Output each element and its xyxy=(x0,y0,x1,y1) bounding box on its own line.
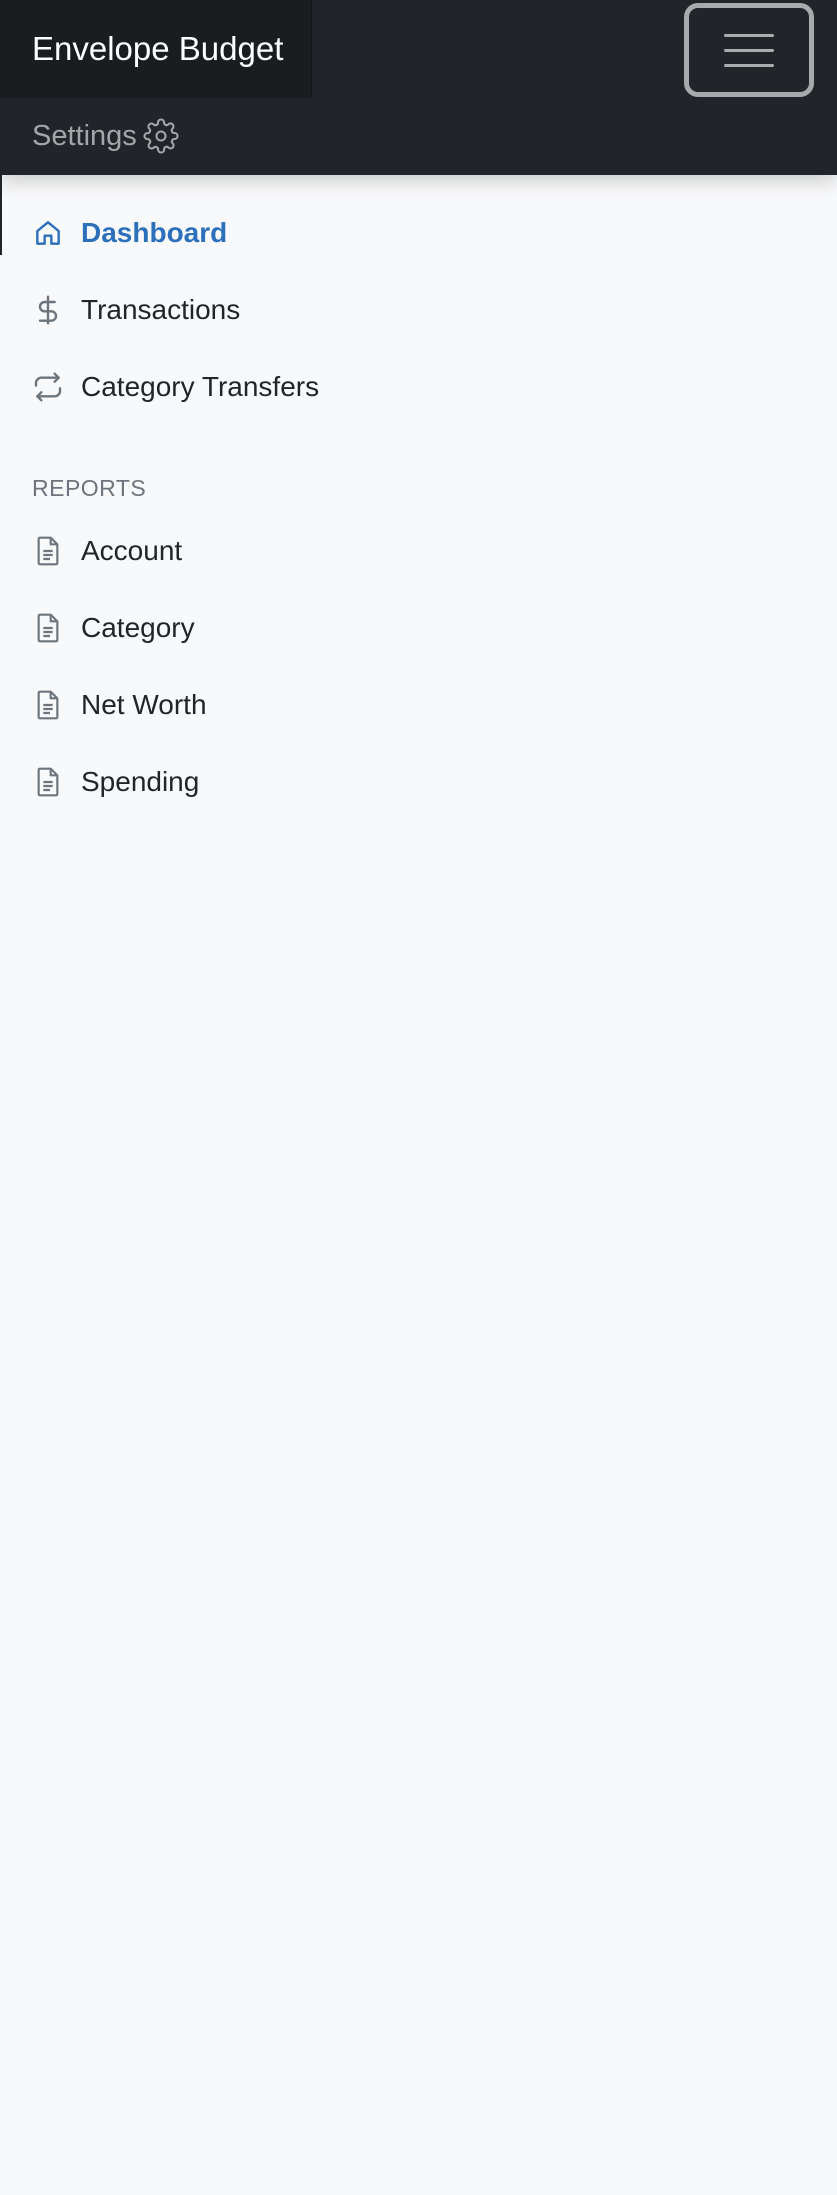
sidebar-item-label: Category xyxy=(81,612,195,643)
sidebar-item-label: Dashboard xyxy=(81,217,228,248)
sidebar-item-transactions[interactable]: Transactions xyxy=(0,280,400,340)
document-icon xyxy=(32,689,64,721)
hamburger-menu-icon-line xyxy=(724,63,774,67)
sidebar-item-label: Net Worth xyxy=(81,689,207,720)
sidebar-item-label: Category Transfers xyxy=(81,371,320,402)
sidebar-item-category-report[interactable]: Category xyxy=(0,598,400,658)
document-icon xyxy=(32,766,64,798)
sidebar-item-net-worth-report[interactable]: Net Worth xyxy=(0,675,400,735)
hamburger-menu-icon-line xyxy=(724,48,774,52)
settings-link[interactable]: Settings xyxy=(32,114,179,158)
gear-icon xyxy=(143,118,179,154)
document-icon xyxy=(32,535,64,567)
repeat-arrows-icon xyxy=(32,371,64,403)
document-icon xyxy=(32,612,64,644)
sidebar-item-label: Account xyxy=(81,535,183,566)
sidebar-item-label: Spending xyxy=(81,766,200,797)
settings-label: Settings xyxy=(32,119,137,152)
reports-heading: REPORTS xyxy=(32,475,147,501)
sidebar-item-label: Transactions xyxy=(81,294,241,325)
top-navbar: Envelope Budget Settings xyxy=(0,0,837,175)
sidebar-item-account-report[interactable]: Account xyxy=(0,521,400,581)
sidebar-item-dashboard[interactable]: Dashboard xyxy=(0,203,400,263)
sidebar-item-spending-report[interactable]: Spending xyxy=(0,752,400,812)
navbar-toggler-button[interactable] xyxy=(684,3,814,97)
dollar-icon xyxy=(32,294,64,326)
house-icon xyxy=(32,217,64,249)
hamburger-menu-icon xyxy=(724,33,774,37)
sidebar-item-category-transfers[interactable]: Category Transfers xyxy=(0,357,400,417)
brand-link[interactable]: Envelope Budget xyxy=(0,0,312,98)
